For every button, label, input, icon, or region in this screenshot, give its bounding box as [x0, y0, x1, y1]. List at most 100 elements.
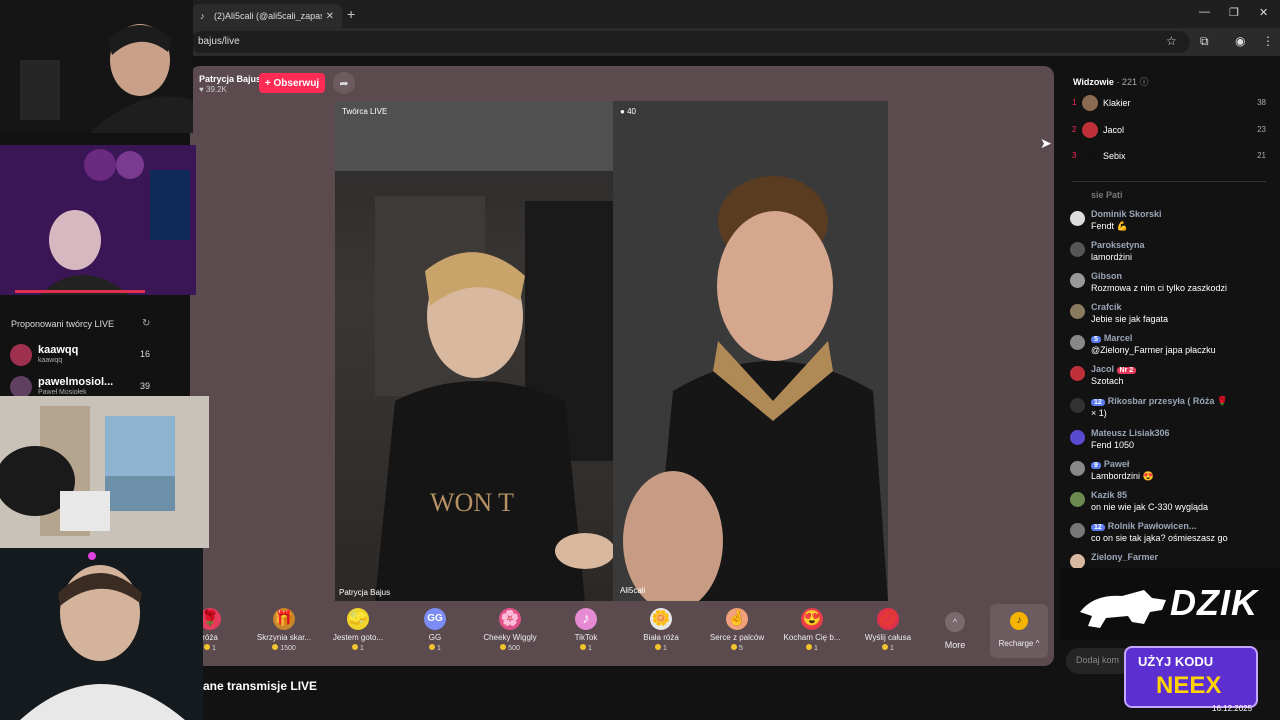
chat-username[interactable]: Paroksetyna — [1091, 240, 1145, 250]
chat-text: @Zielony_Farmer japa płaczku — [1091, 345, 1216, 355]
browser-tab[interactable]: ♪ (2)Ali5cali (@ali5cali_zapasowe ✕ — [192, 4, 342, 28]
gift-item[interactable]: 💋 Wyślij całusa 1 — [853, 606, 923, 652]
gift-price: 1500 — [249, 644, 319, 652]
follow-button[interactable]: + Obserwuj — [259, 73, 325, 93]
gift-price: 1 — [626, 644, 696, 652]
gift-price-value: 1 — [437, 645, 441, 652]
avatar[interactable] — [1070, 492, 1085, 507]
menu-icon[interactable]: ⋮ — [1262, 34, 1274, 48]
share-icon[interactable]: ➦ — [333, 72, 355, 94]
chat-username[interactable]: Zielony_Farmer — [1091, 552, 1158, 562]
suggested-creator[interactable]: kaawqq kaawqq 16 — [10, 344, 160, 368]
top-viewer-row[interactable]: 3 Sebix 21 — [1072, 148, 1266, 166]
avatar[interactable] — [1070, 304, 1085, 319]
gift-price: 1 — [777, 644, 847, 652]
gift-item[interactable]: ♪ TikTok 1 — [551, 606, 621, 652]
tiktok-icon: ♪ — [200, 11, 205, 21]
chat-username[interactable]: sie Pati — [1091, 190, 1123, 200]
viewer-score: 21 — [1257, 151, 1266, 160]
promo-code: NEEX — [1156, 672, 1222, 699]
host-likes: ♥ 39.2K — [199, 85, 227, 94]
promo-code-badge: UŻYJ KODU NEEX — [1124, 646, 1258, 708]
avatar[interactable] — [1070, 211, 1085, 226]
chat-text: on nie wie jak C-330 wygląda — [1091, 502, 1209, 512]
chat-username[interactable]: Gibson — [1091, 271, 1122, 281]
chat-text: Fend 1050 — [1091, 440, 1135, 450]
sponsor-brand: DZIK — [1170, 582, 1258, 623]
coin-icon — [731, 644, 738, 650]
gift-bar: 🌹 róża 1 🎁 Skrzynia skar... 1500 🧽 Jestem got… — [195, 606, 975, 662]
gift-icon — [1070, 398, 1085, 413]
avatar — [1082, 95, 1098, 111]
chat-username[interactable]: 12 Rolnik Pawłowicen... — [1091, 521, 1196, 531]
chat-text: Fendt 💪 — [1091, 221, 1128, 231]
avatar[interactable] — [1070, 335, 1085, 350]
restore-icon[interactable]: ❐ — [1229, 6, 1239, 19]
recharge-button[interactable]: ♪ Recharge ^ — [990, 604, 1048, 658]
chat-text: Szotach — [1091, 376, 1124, 386]
avatar — [1082, 148, 1098, 164]
suggested-creators-title: Proponowani twórcy LIVE — [11, 319, 115, 329]
promo-line-1: UŻYJ KODU — [1138, 654, 1214, 669]
avatar[interactable] — [1070, 273, 1085, 288]
chat-username[interactable]: Dominik Skorski — [1091, 209, 1162, 219]
avatar[interactable] — [1070, 366, 1085, 381]
recharge-label: Recharge ^ — [998, 639, 1040, 648]
coin-icon — [882, 644, 889, 650]
profile-icon[interactable]: ◉ — [1235, 34, 1245, 48]
close-window-icon[interactable]: ✕ — [1259, 6, 1268, 19]
close-tab-icon[interactable]: ✕ — [326, 11, 334, 22]
more-gifts-button[interactable]: ^ More — [940, 612, 970, 650]
video-right-scene — [613, 101, 888, 601]
webcam-2-scene — [0, 145, 196, 295]
more-label: More — [944, 640, 966, 650]
gift-item[interactable]: 😍 Kocham Cię b... 1 — [777, 606, 847, 652]
avatar[interactable] — [1070, 523, 1085, 538]
level-badge: 12 — [1091, 399, 1105, 406]
avatar[interactable] — [1070, 554, 1085, 569]
chat-text: Rozmowa z nim ci tylko zaszkodzi — [1091, 283, 1228, 293]
left-streamer-name: Patrycja Bajus — [339, 588, 391, 597]
gift-item[interactable]: GG GG 1 — [400, 606, 470, 652]
gift-item[interactable]: 🧽 Jestem goto... 1 — [323, 606, 393, 652]
gift-item[interactable]: 🌼 Biała róża 1 — [626, 606, 696, 652]
tab-title: (2)Ali5cali (@ali5cali_zapasowe — [214, 11, 322, 21]
chat-username[interactable]: Crafcik — [1091, 302, 1122, 312]
new-tab-button[interactable]: + — [347, 6, 355, 22]
help-icon[interactable]: ⓘ — [1139, 77, 1148, 87]
host-name[interactable]: Patrycja Bajus — [199, 74, 261, 84]
minimize-icon[interactable]: — — [1199, 6, 1210, 18]
gift-item[interactable]: 🤞 Serce z palców 5 — [702, 606, 772, 652]
top-viewer-row[interactable]: 2 Jacol 23 — [1072, 122, 1266, 140]
coin-icon — [352, 644, 359, 650]
gift-name: Cheeky Wiggly — [483, 633, 537, 642]
gift-name: Skrzynia skar... — [256, 633, 312, 642]
viewer-name: Sebix — [1103, 151, 1126, 161]
chat-username[interactable]: 9 Paweł — [1091, 459, 1129, 469]
chat-username[interactable]: Kazik 85 — [1091, 490, 1127, 500]
gift-item[interactable]: 🌸 Cheeky Wiggly 500 — [475, 606, 545, 652]
chat-username[interactable]: Jacol Nr 2 — [1091, 364, 1139, 374]
sponsor-banner: DZIK — [1060, 568, 1280, 640]
top-viewer-row[interactable]: 1 Klakier 38 — [1072, 95, 1266, 113]
chat-username[interactable]: 5 Marcel — [1091, 333, 1132, 343]
refresh-icon[interactable]: ↻ — [142, 318, 150, 329]
viewers-count: · 221 — [1116, 77, 1137, 87]
chat-text: lamordżini — [1091, 252, 1133, 262]
url-field[interactable]: bajus/live — [190, 31, 1190, 53]
coin-icon — [204, 644, 211, 650]
gift-price: 1 — [400, 644, 470, 652]
avatar[interactable] — [1070, 430, 1085, 445]
chat-username[interactable]: Mateusz Lisiak306 — [1091, 428, 1170, 438]
extensions-icon[interactable]: ⧉ — [1200, 34, 1209, 49]
gift-name: GG — [428, 633, 442, 642]
avatar[interactable] — [1070, 461, 1085, 476]
gift-name: Kocham Cię b... — [783, 633, 841, 642]
chat-username[interactable]: 12 Rikosbar przesyła ( Róża 🌹 — [1091, 396, 1228, 407]
webcam-3-scene — [0, 396, 209, 548]
sponge-icon: 🧽 — [347, 608, 369, 630]
avatar[interactable] — [1070, 242, 1085, 257]
bookmark-star-icon[interactable]: ☆ — [1166, 34, 1177, 48]
gift-item[interactable]: 🎁 Skrzynia skar... 1500 — [249, 606, 319, 652]
webcam-1-scene — [0, 0, 193, 133]
